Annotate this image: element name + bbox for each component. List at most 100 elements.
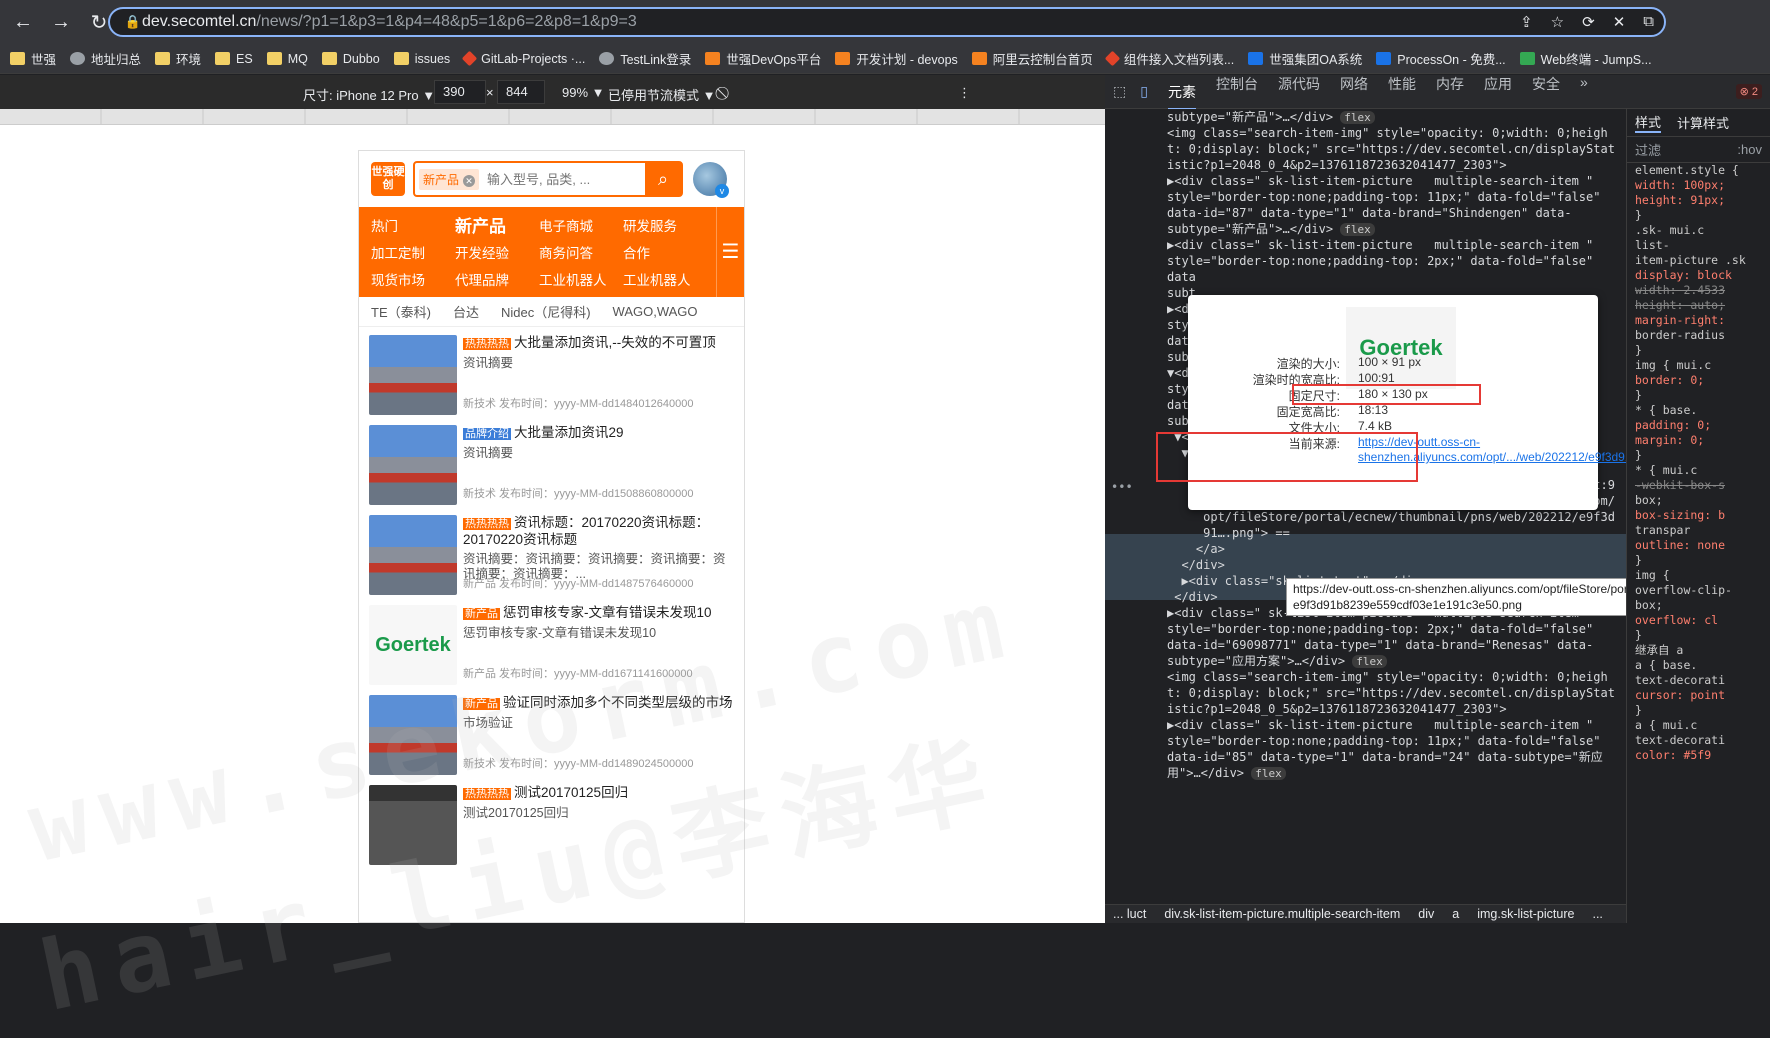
search-input[interactable] [487, 171, 638, 187]
hov-toggle[interactable]: :hov [1737, 142, 1762, 157]
dom-node-line[interactable]: style="border-top:none;padding-top: 2px;… [1167, 621, 1593, 637]
dom-node-line[interactable]: <img class="search-item-img" style="opac… [1167, 125, 1608, 141]
nav-category-link[interactable]: 新产品 [455, 212, 539, 237]
devtools-tab[interactable]: 内存 [1436, 74, 1464, 110]
dom-node-line[interactable]: </div> [1167, 589, 1217, 605]
brand-link[interactable]: TE（泰科) [371, 302, 431, 321]
bookmark-item[interactable]: ProcessOn - 免费... [1376, 49, 1506, 68]
nav-category-link[interactable]: 开发经验 [455, 242, 539, 262]
flex-badge[interactable]: flex [1340, 111, 1375, 124]
bookmark-item[interactable]: 环境 [155, 49, 201, 68]
address-bar[interactable]: 🔒 dev.secomtel.cn/news/?p1=1&p3=1&p4=48&… [108, 7, 1666, 37]
bookmark-item[interactable]: 开发计划 - devops [835, 49, 958, 68]
bookmark-item[interactable]: ES [215, 52, 253, 66]
news-item[interactable]: 热热热热 资讯标题：20170220资讯标题：20170220资讯标题 资讯摘要：资… [359, 507, 744, 597]
dom-node-line[interactable]: <img class="search-item-img" style="opac… [1167, 669, 1608, 685]
flex-badge[interactable]: flex [1352, 655, 1387, 668]
nav-category-link[interactable]: 加工定制 [371, 242, 455, 262]
bookmark-item[interactable]: TestLink登录 [599, 49, 691, 68]
bookmark-item[interactable]: 世强 [10, 49, 56, 68]
bookmark-item[interactable]: 地址归总 [70, 49, 141, 68]
tab-computed[interactable]: 计算样式 [1677, 113, 1729, 132]
nav-category-link[interactable]: 热门 [371, 215, 455, 235]
news-title[interactable]: 新产品 惩罚审核专家-文章有错误未发现10 [463, 605, 734, 622]
breadcrumb-item[interactable]: div.sk-list-item-picture.multiple-search… [1164, 907, 1400, 921]
zoom-select[interactable]: 99% ▼ [562, 85, 605, 100]
devtools-tab[interactable]: 网络 [1340, 74, 1368, 110]
share-icon[interactable]: ⇪ [1520, 13, 1533, 31]
devtools-tab[interactable]: 性能 [1388, 74, 1416, 110]
breadcrumb-item[interactable]: ... luct [1113, 907, 1146, 921]
extensions-icon[interactable]: ⧉ [1643, 13, 1654, 31]
dom-node-line[interactable]: style="border-top:none;padding-top: 2px;… [1167, 253, 1593, 269]
dom-node-line[interactable]: data-id="69098771" data-type="1" data-br… [1167, 637, 1593, 653]
tab-styles[interactable]: 样式 [1635, 112, 1662, 133]
clear-tag-icon[interactable]: ✕ [463, 174, 476, 187]
bookmark-item[interactable]: GitLab-Projects ·... [461, 50, 585, 67]
dom-node-line[interactable]: opt/fileStore/portal/ecnew/thumbnail/pns… [1167, 509, 1615, 525]
brand-link[interactable]: Nidec（尼得科) [501, 302, 591, 321]
breadcrumb-item[interactable]: img.sk-list-picture [1477, 907, 1574, 921]
devtools-tab[interactable]: 安全 [1532, 74, 1560, 110]
user-avatar[interactable]: v [693, 162, 729, 198]
news-item[interactable]: 品牌介绍 大批量添加资讯29 资讯摘要 新技术 发布时间：yyyy-MM-dd1508… [359, 417, 744, 507]
dom-node-line[interactable]: style="border-top:none;padding-top: 11px… [1167, 189, 1600, 205]
device-toggle-icon[interactable]: ▯ [1140, 83, 1148, 100]
site-logo[interactable]: 世强硬创 [371, 162, 405, 196]
news-title[interactable]: 热热热热 资讯标题：20170220资讯标题：20170220资讯标题 [463, 515, 734, 548]
bookmark-item[interactable]: Dubbo [321, 52, 380, 66]
dom-node-line[interactable]: subtype="新产品">…</div> flex [1167, 109, 1375, 126]
forward-icon[interactable]: → [46, 11, 76, 34]
device-width-input[interactable]: 390 [434, 80, 486, 104]
bookmark-item[interactable]: Web终端 - JumpS... [1519, 49, 1652, 68]
devtools-tab[interactable]: 应用 [1484, 74, 1512, 110]
news-item[interactable]: 热热热热 测试20170125回归 测试20170125回归 [359, 777, 744, 867]
bookmark-item[interactable]: 世强DevOps平台 [705, 49, 821, 68]
news-title[interactable]: 热热热热 测试20170125回归 [463, 785, 734, 802]
bookmark-item[interactable]: 组件接入文档列表... [1104, 49, 1234, 68]
nav-category-link[interactable]: 工业机器人 [623, 269, 707, 289]
device-select[interactable]: 尺寸: iPhone 12 Pro ▼ [303, 85, 435, 104]
news-item[interactable]: Goertek 新产品 惩罚审核专家-文章有错误未发现10 惩罚审核专家-文章有错误未… [359, 597, 744, 687]
nav-category-link[interactable]: 现货市场 [371, 269, 455, 289]
dom-node-line[interactable]: istic?p1=2048_0_4&p2=1376118723632041477… [1167, 157, 1507, 173]
menu-icon[interactable]: ☰ [716, 207, 744, 297]
translate-icon[interactable]: ✕ [1613, 13, 1626, 31]
nav-category-link[interactable]: 合作 [623, 242, 707, 262]
breadcrumb-item[interactable]: ... [1592, 907, 1602, 921]
dom-node-line[interactable]: style="border-top:none;padding-top: 11px… [1167, 733, 1600, 749]
bookmark-item[interactable]: 阿里云控制台首页 [971, 49, 1093, 68]
back-icon[interactable]: ← [8, 11, 38, 34]
dom-node-line[interactable]: data-id="85" data-type="1" data-brand="2… [1167, 749, 1603, 765]
nav-category-link[interactable]: 商务问答 [539, 242, 623, 262]
nav-category-link[interactable]: 电子商城 [539, 215, 623, 235]
nav-category-link[interactable]: 研发服务 [623, 215, 707, 235]
dom-node-line[interactable]: subtype="应用方案">…</div> flex [1167, 653, 1387, 670]
dom-node-line[interactable]: t: 0;display: block;" src="https://dev.s… [1167, 141, 1615, 157]
news-title[interactable]: 品牌介绍 大批量添加资讯29 [463, 425, 734, 442]
throttle-select[interactable]: 已停用节流模式 ▼ [608, 85, 715, 104]
dom-node-line[interactable]: 91….png"> == [1167, 525, 1290, 541]
flex-badge[interactable]: flex [1340, 223, 1375, 236]
lock-icon[interactable]: 🔒 [124, 14, 142, 30]
dom-node-line[interactable]: subtype="新产品">…</div> flex [1167, 221, 1375, 238]
dom-node-line[interactable]: istic?p1=2048_0_5&p2=1376118723632041477… [1167, 701, 1507, 717]
breadcrumb-item[interactable]: a [1452, 907, 1459, 921]
search-icon[interactable]: ⌕ [645, 163, 681, 195]
nav-category-link[interactable]: 代理品牌 [455, 269, 539, 289]
devtools-tab[interactable]: » [1580, 74, 1588, 110]
nav-category-link[interactable]: 工业机器人 [539, 269, 623, 289]
dom-node-line[interactable]: ▶<div class=" sk-list-item-picture multi… [1167, 173, 1593, 189]
news-item[interactable]: 热热热热 大批量添加资讯,--失效的不可置顶 资讯摘要 新技术 发布时间：yyyy-M… [359, 327, 744, 417]
devtools-tab[interactable]: 元素 [1167, 82, 1196, 110]
devtools-tab[interactable]: 源代码 [1278, 74, 1320, 110]
news-title[interactable]: 新产品 验证同时添加多个不同类型层级的市场 [463, 695, 734, 712]
bookmark-star-icon[interactable]: ☆ [1551, 13, 1564, 31]
brand-link[interactable]: 台达 [453, 302, 479, 321]
search-box[interactable]: 新产品✕ ⌕ [413, 161, 683, 197]
dom-node-line[interactable]: 用">…</div> flex [1167, 765, 1286, 782]
breadcrumb-item[interactable]: div [1418, 907, 1434, 921]
dom-node-line[interactable]: </a> [1167, 541, 1225, 557]
sync-icon[interactable]: ⟳ [1582, 13, 1595, 31]
devtools-tab[interactable]: 控制台 [1216, 74, 1258, 110]
